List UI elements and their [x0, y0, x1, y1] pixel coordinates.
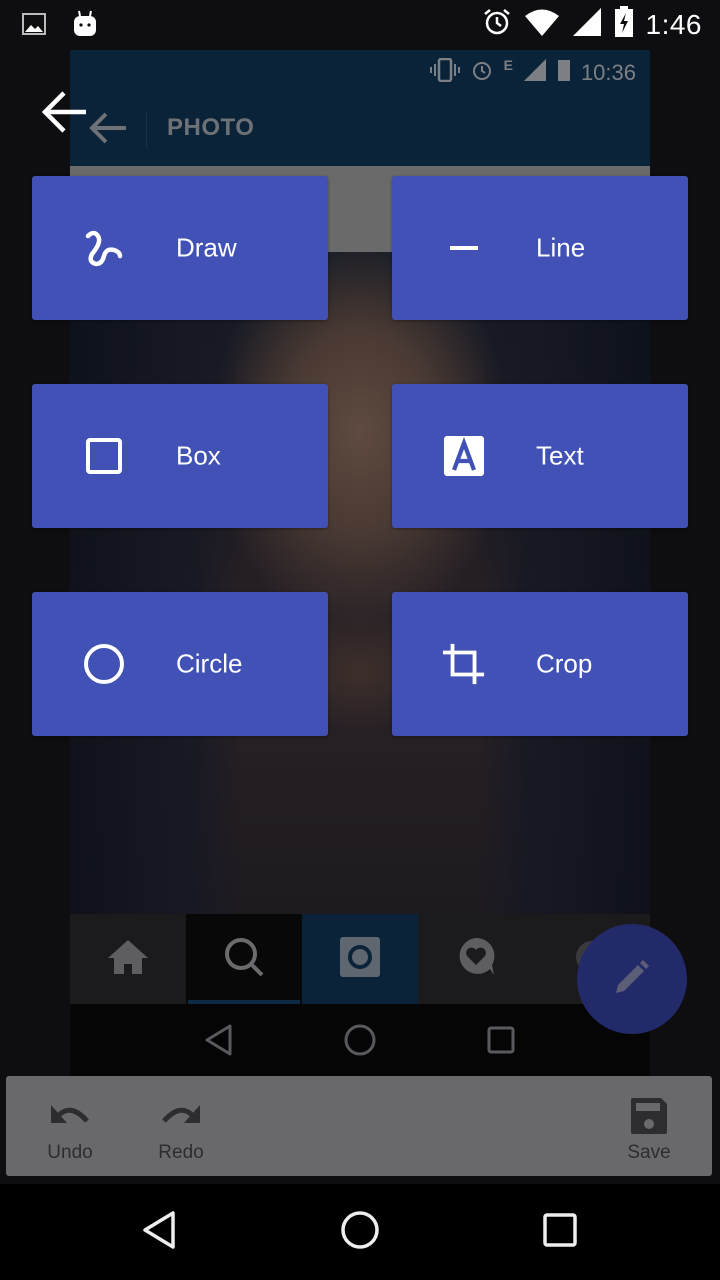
embedded-bottom-nav — [70, 914, 650, 1004]
crop-button[interactable]: Crop — [392, 592, 688, 736]
photo-shading-right — [480, 252, 650, 914]
redo-icon — [160, 1096, 202, 1136]
action-bar: Undo Redo Save — [6, 1076, 712, 1176]
home-icon — [106, 938, 150, 981]
battery-icon — [557, 58, 571, 87]
undo-icon — [49, 1096, 91, 1136]
squiggle-icon — [82, 226, 126, 270]
box-button[interactable]: Box — [32, 384, 328, 528]
save-icon — [630, 1096, 668, 1136]
search-icon — [222, 935, 266, 984]
back-button[interactable] — [40, 90, 88, 134]
embedded-toolbar: PHOTO — [70, 92, 650, 166]
embedded-nav-camera — [302, 914, 418, 1004]
pencil-icon — [612, 957, 652, 1002]
redo-label: Redo — [158, 1142, 204, 1163]
save-button[interactable]: Save — [604, 1076, 694, 1176]
embedded-clock: 10:36 — [580, 59, 636, 85]
line-button[interactable]: Line — [392, 176, 688, 320]
crop-icon — [442, 642, 486, 686]
network-type: E — [503, 56, 513, 73]
divider — [146, 112, 147, 148]
battery-charging-icon — [614, 6, 634, 43]
recents-square-icon — [542, 1212, 578, 1253]
alarm-icon — [482, 7, 512, 42]
circle-button[interactable]: Circle — [32, 592, 328, 736]
save-label: Save — [627, 1142, 671, 1163]
embedded-title: PHOTO — [167, 114, 255, 141]
circle-icon — [82, 642, 126, 686]
vibrate-icon — [429, 57, 460, 87]
wifi-icon — [524, 7, 560, 42]
crop-label: Crop — [536, 648, 593, 679]
home-circle-icon — [340, 1210, 380, 1255]
camera-icon — [339, 936, 381, 983]
activity-icon — [454, 935, 498, 984]
draw-button[interactable]: Draw — [32, 176, 328, 320]
embedded-system-nav — [70, 1004, 650, 1080]
undo-button[interactable]: Undo — [25, 1076, 115, 1176]
clock: 1:46 — [645, 8, 702, 40]
back-arrow-icon — [40, 91, 88, 138]
image-icon — [22, 13, 46, 40]
embedded-back-arrow-icon — [88, 110, 128, 151]
square-icon — [82, 434, 126, 478]
circle-label: Circle — [176, 648, 243, 679]
embedded-nav-home — [70, 914, 186, 1004]
embedded-nav-activity — [418, 914, 534, 1004]
embedded-status-bar: E 10:36 — [70, 50, 650, 92]
system-back-button[interactable] — [130, 1204, 190, 1260]
embedded-home-icon — [343, 1023, 377, 1062]
redo-button[interactable]: Redo — [136, 1076, 226, 1176]
system-nav-bar — [0, 1184, 720, 1280]
edit-fab[interactable] — [577, 924, 687, 1034]
undo-label: Undo — [47, 1142, 93, 1163]
text-label: Text — [536, 440, 584, 471]
text-button[interactable]: Text — [392, 384, 688, 528]
text-icon — [442, 434, 486, 478]
app-root: 1:46 E 10:36 PHOTO Draw Line Box Text Ci… — [0, 0, 720, 1280]
line-label: Line — [536, 232, 586, 263]
signal-icon — [523, 58, 547, 87]
embedded-back-icon — [204, 1023, 234, 1062]
photo-shading-left — [70, 252, 240, 914]
box-label: Box — [176, 440, 221, 471]
line-icon — [442, 226, 486, 270]
signal-icon — [572, 7, 602, 42]
android-icon — [72, 10, 98, 43]
alarm-icon — [470, 58, 494, 87]
draw-label: Draw — [176, 232, 237, 263]
status-bar: 1:46 — [0, 0, 720, 48]
embedded-nav-search — [186, 914, 302, 1004]
embedded-recents-icon — [486, 1025, 516, 1060]
system-home-button[interactable] — [330, 1204, 390, 1260]
system-recents-button[interactable] — [530, 1204, 590, 1260]
back-triangle-icon — [142, 1210, 178, 1255]
